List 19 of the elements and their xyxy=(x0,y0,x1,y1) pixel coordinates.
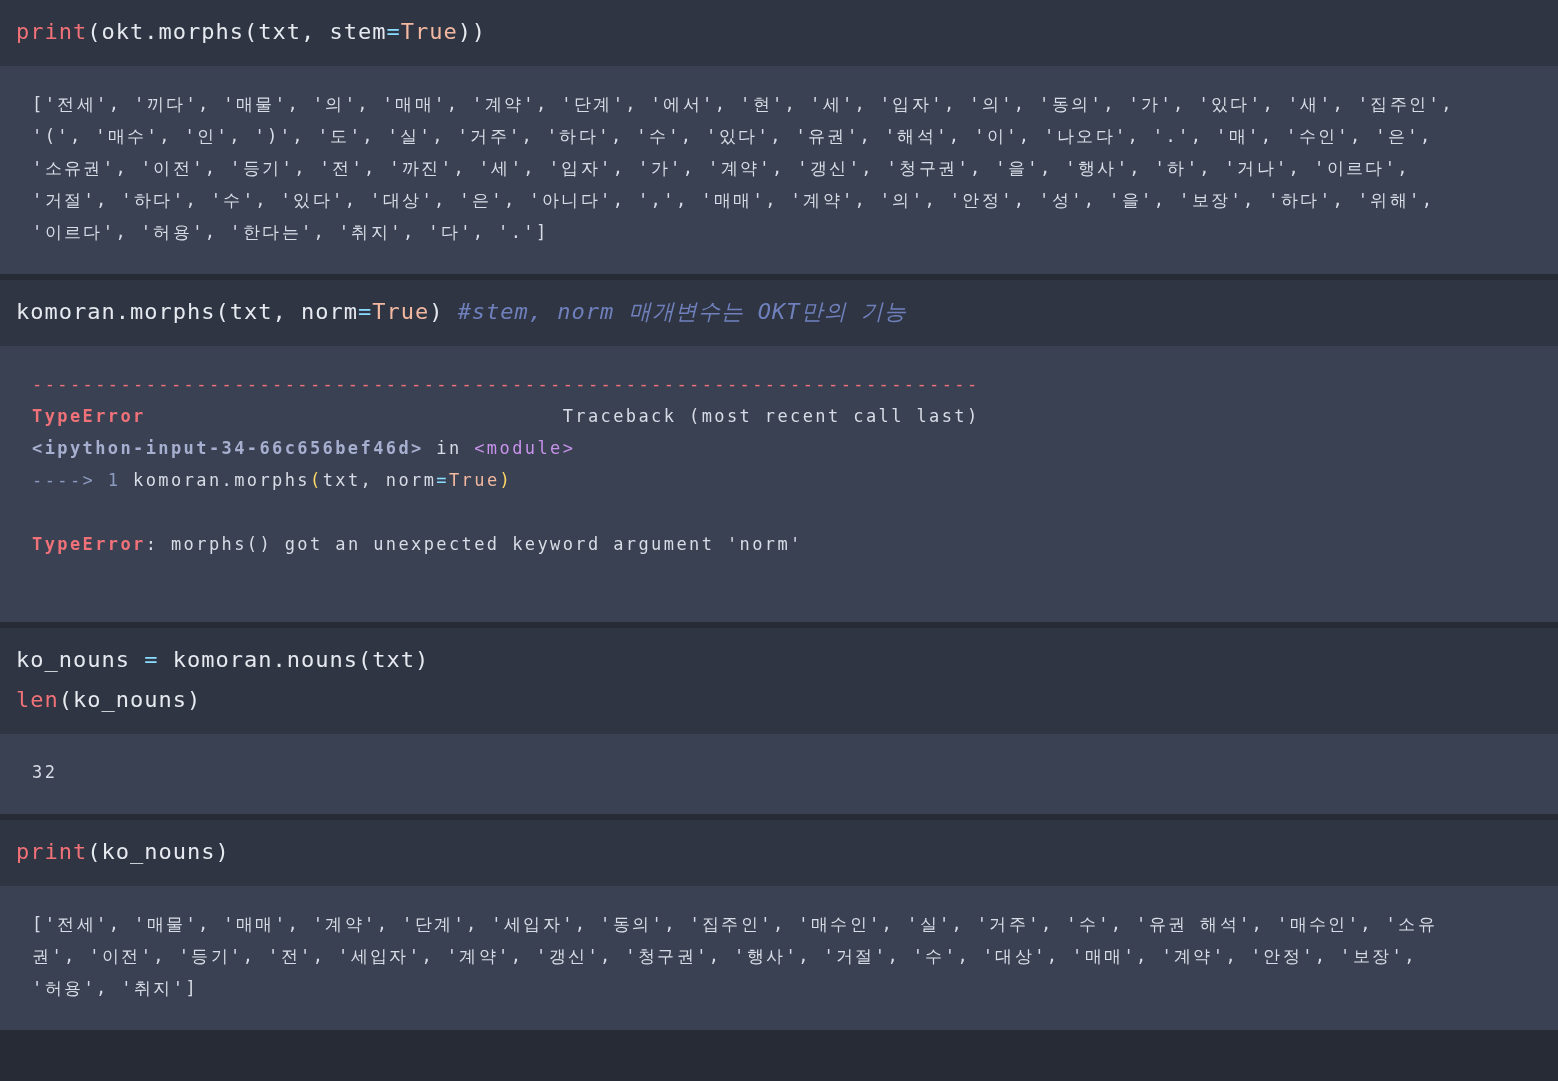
output-line: 32 xyxy=(32,761,59,784)
output-line: '거절', '하다', '수', '있다', '대상', '은', '아니다', ',', '매매', '계약', '의', '안정', '성', '을', '보장', '하다', '위해', xyxy=(32,189,1436,212)
code-line: print(ko_nouns) xyxy=(16,838,231,866)
code-line: len(ko_nouns) xyxy=(16,686,203,714)
output-line: '이르다', '허용', '한다는', '취지', '다', '.'] xyxy=(32,221,550,244)
output-line: '허용', '취지'] xyxy=(32,977,200,1000)
output-line: '(', '매수', '인', ')', '도', '실', '거주', '하다', '수', '있다', '유권', '해석', '이', '나오다', '.', '매', '수인', '은', xyxy=(32,125,1434,148)
output-line: TypeError: morphs() got an unexpected keyword argument 'norm' xyxy=(32,533,804,556)
output-line: '소유권', '이전', '등기', '전', '까진', '세', '입자', '가', '계약', '갱신', '청구권', '을', '행사', '하', '거나', '이르다', xyxy=(32,157,1411,180)
code-line: komoran.morphs(txt, norm=True) #stem, norm 매개변수는 OKT만의 기능 xyxy=(16,298,908,326)
output-line: --------------------------------------------------------------------------- xyxy=(32,373,981,396)
output-line: ----> 1 komoran.morphs(txt, norm=True) xyxy=(32,469,514,492)
code-line: ko_nouns = komoran.nouns(txt) xyxy=(16,646,431,674)
output-line: TypeError Traceback (most recent call last) xyxy=(32,405,981,428)
code-line: print(okt.morphs(txt, stem=True)) xyxy=(16,18,488,46)
output-line: ['전세', '매물', '매매', '계약', '단계', '세입자', '동의', '집주인', '매수인', '실', '거주', '수', '유권 해석', '매수인', '소유 xyxy=(32,913,1439,936)
output-line: <ipython-input-34-66c656bef46d> in <module> xyxy=(32,437,577,460)
output-line: ['전세', '끼다', '매물', '의', '매매', '계약', '단계', '에서', '현', '세', '입자', '의', '동의', '가', '있다', '새', '집주인', xyxy=(32,93,1455,116)
output-line: 권', '이전', '등기', '전', '세입자', '계약', '갱신', '청구권', '행사', '거절', '수', '대상', '매매', '계약', '안정', '보장', xyxy=(32,945,1418,968)
